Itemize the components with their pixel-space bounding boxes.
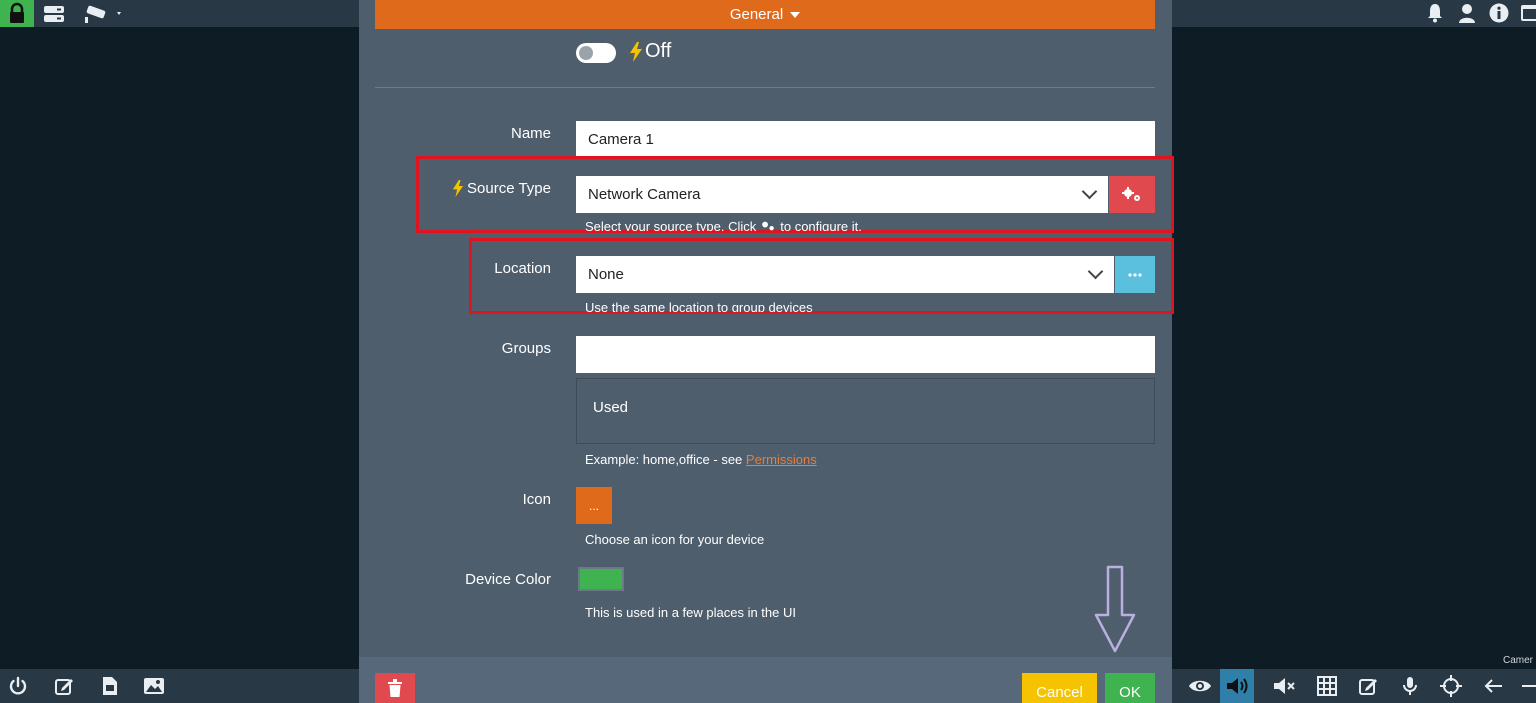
toggle-status-label: Off [645, 40, 672, 62]
toggle-status: Off [629, 40, 671, 63]
toggle-knob [579, 46, 593, 60]
camera-label-truncated: Camer [1503, 655, 1534, 666]
delete-button[interactable] [375, 673, 415, 703]
groups-help-text: Example: home,office - see [585, 452, 743, 467]
source-type-value: Network Camera [588, 186, 701, 203]
section-dropdown-label: General [729, 6, 784, 23]
source-type-help-suffix: to configure it. [780, 219, 862, 231]
source-type-label-text: Source Type [467, 180, 551, 197]
name-input[interactable]: Camera 1 [576, 121, 1155, 158]
microphone-icon[interactable] [1398, 675, 1422, 697]
modal-footer: Cancel OK [359, 657, 1172, 703]
trash-icon [388, 679, 402, 697]
permissions-link[interactable]: Permissions [746, 452, 817, 467]
location-options-button[interactable] [1115, 256, 1155, 293]
edit-icon[interactable] [1355, 675, 1381, 697]
source-type-select[interactable]: Network Camera [576, 176, 1108, 213]
icon-help: Choose an icon for your device [585, 532, 765, 547]
bolt-icon [630, 41, 642, 62]
window-icon[interactable] [1520, 2, 1536, 24]
configure-source-button[interactable] [1109, 176, 1155, 213]
groups-label: Groups [501, 340, 551, 357]
device-color-help: This is used in a few places in the UI [585, 605, 796, 620]
file-icon[interactable] [98, 675, 122, 697]
groups-used-box: Used [576, 378, 1155, 444]
lock-icon [10, 2, 24, 23]
gears-icon [1122, 186, 1140, 201]
icon-label: Icon [522, 491, 551, 508]
eye-icon[interactable] [1186, 675, 1214, 697]
info-icon[interactable] [1488, 2, 1510, 24]
power-toggle[interactable] [576, 43, 616, 63]
divider [375, 87, 1155, 88]
arrow-down-annotation-icon [1094, 565, 1136, 653]
groups-help: Example: home,office - see Permissions [585, 452, 817, 467]
device-color-picker[interactable] [578, 567, 624, 591]
bell-icon[interactable] [1424, 2, 1446, 24]
groups-input[interactable] [576, 336, 1155, 373]
lock-button[interactable] [0, 0, 34, 27]
bolt-icon [452, 180, 464, 197]
arrow-left-icon[interactable] [1480, 675, 1506, 697]
minus-icon[interactable] [1518, 675, 1536, 697]
volume-icon[interactable] [1220, 669, 1254, 703]
choose-icon-button[interactable]: ... [576, 487, 612, 524]
chevron-down-icon [1081, 183, 1098, 200]
location-value: None [588, 266, 624, 283]
section-dropdown[interactable]: General [375, 0, 1155, 29]
location-help: Use the same location to group devices [585, 300, 813, 312]
crosshair-icon[interactable] [1438, 675, 1464, 697]
groups-used-label: Used [593, 399, 629, 416]
device-settings-modal: General Off Name Camera 1 Source Type Ne… [359, 0, 1174, 703]
source-type-help-text: Select your source type. Click [585, 219, 757, 231]
grid-icon[interactable] [1314, 675, 1340, 697]
caret-down-icon [790, 11, 801, 18]
gears-icon [762, 221, 775, 231]
location-label: Location [494, 260, 551, 277]
cctv-camera-icon[interactable] [82, 3, 126, 24]
ok-button[interactable]: OK [1105, 673, 1155, 703]
user-icon[interactable] [1456, 2, 1478, 24]
edit-icon[interactable] [52, 675, 76, 697]
power-icon[interactable] [6, 675, 30, 697]
ellipsis-icon [1128, 272, 1142, 277]
name-label: Name [510, 125, 551, 142]
mute-icon[interactable] [1270, 675, 1298, 697]
location-select[interactable]: None [576, 256, 1114, 293]
image-icon[interactable] [142, 675, 166, 697]
chevron-down-icon [1087, 263, 1104, 280]
cancel-button[interactable]: Cancel [1022, 673, 1097, 703]
source-type-help: Select your source type. Click to config… [585, 219, 862, 231]
source-type-label: Source Type [376, 180, 551, 197]
server-icon[interactable] [42, 3, 66, 24]
device-color-label: Device Color [465, 571, 551, 588]
